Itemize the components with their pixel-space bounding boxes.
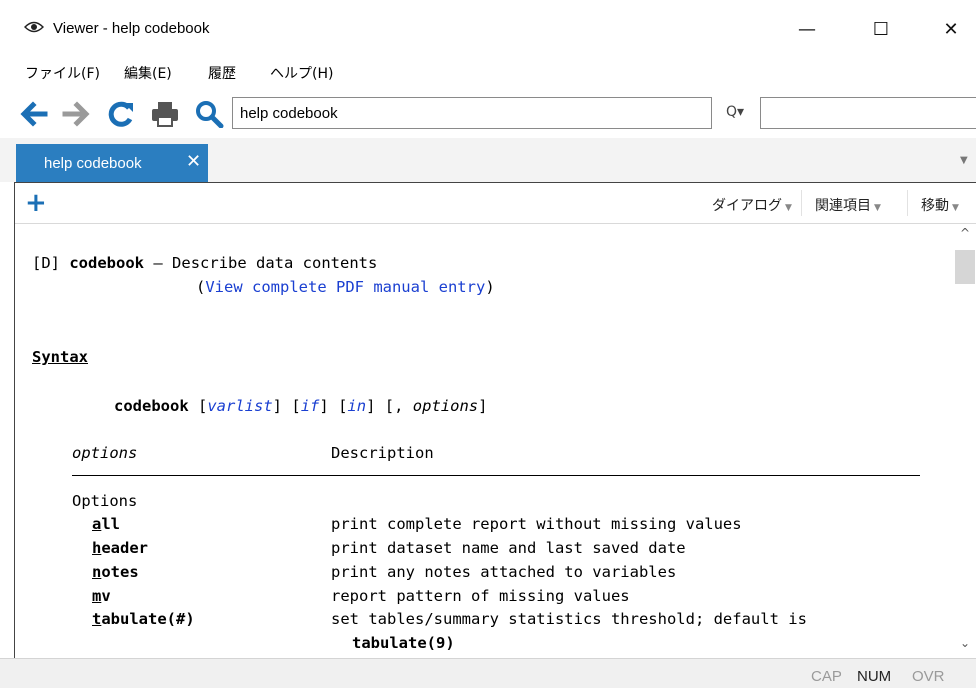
pdf-manual-link[interactable]: View complete PDF manual entry: [205, 278, 485, 296]
chevron-down-icon: ▼: [952, 203, 959, 213]
bracket: [: [338, 397, 348, 415]
add-icon[interactable]: +: [25, 188, 47, 218]
option-rest: ll: [101, 515, 121, 533]
option-notes[interactable]: notes: [92, 563, 139, 581]
search-options-icon[interactable]: Q▾: [726, 104, 744, 120]
option-abbrev: h: [92, 539, 102, 557]
varlist-link[interactable]: varlist: [207, 397, 272, 415]
status-num: NUM: [857, 668, 892, 685]
bracket-comma: [,: [384, 397, 404, 415]
related-label: 関連項目: [815, 198, 871, 214]
options-column-header: options: [72, 444, 138, 462]
paren-close: ): [485, 278, 495, 296]
print-icon[interactable]: [150, 100, 180, 128]
option-header-description: print dataset name and last saved date: [331, 539, 686, 557]
option-notes-description: print any notes attached to variables: [331, 563, 677, 581]
option-abbrev: n: [92, 563, 102, 581]
em-dash: —: [153, 254, 163, 272]
option-abbrev: m: [92, 587, 102, 605]
options-group-label: Options: [72, 492, 138, 510]
help-header: [D] codebook — Describe data contents: [32, 254, 377, 272]
table-rule: [72, 475, 920, 476]
scrollbar-thumb[interactable]: [955, 250, 975, 284]
option-mv[interactable]: mv: [92, 587, 111, 605]
option-tabulate-description: set tables/summary statistics threshold;…: [331, 610, 807, 628]
in-link[interactable]: in: [347, 397, 366, 415]
refresh-icon[interactable]: [106, 100, 136, 128]
back-arrow-icon[interactable]: [18, 100, 48, 128]
command-input-value[interactable]: help codebook: [240, 105, 338, 122]
bracket: ]: [319, 397, 329, 415]
minimize-button[interactable]: —: [784, 10, 830, 48]
goto-label: 移動: [921, 198, 949, 214]
option-all[interactable]: all: [92, 515, 120, 533]
bracket: ]: [272, 397, 283, 415]
dialog-dropdown[interactable]: ダイアログ ▼: [712, 195, 792, 215]
option-rest: otes: [101, 563, 139, 581]
option-abbrev: a: [92, 515, 102, 533]
chevron-down-icon: ▼: [874, 203, 881, 213]
option-rest: abulate(#): [101, 610, 195, 628]
related-dropdown[interactable]: 関連項目 ▼: [815, 195, 881, 215]
option-rest: v: [101, 587, 111, 605]
eye-icon: [24, 21, 44, 33]
bracket: [: [198, 397, 208, 415]
close-window-button[interactable]: ✕: [928, 10, 974, 48]
scroll-down-icon[interactable]: ⌄: [954, 636, 976, 654]
syntax-heading: Syntax: [32, 348, 88, 366]
divider: [801, 190, 802, 216]
window-title: Viewer - help codebook: [53, 20, 210, 37]
menu-file[interactable]: ファイル(F): [25, 63, 100, 83]
option-abbrev: t: [92, 610, 102, 628]
option-all-description: print complete report without missing va…: [331, 515, 742, 533]
options-placeholder: options: [412, 397, 479, 415]
option-mv-description: report pattern of missing values: [331, 587, 630, 605]
status-ovr: OVR: [912, 668, 945, 685]
syntax-line: codebook [varlist] [if] [in] [, options]: [114, 397, 487, 415]
forward-arrow-icon[interactable]: [62, 100, 92, 128]
goto-dropdown[interactable]: 移動 ▼: [921, 195, 959, 215]
divider: [907, 190, 908, 216]
dialog-label: ダイアログ: [712, 198, 782, 214]
scroll-up-icon[interactable]: ^: [954, 226, 976, 244]
search-icon[interactable]: [194, 100, 224, 128]
bracket: ]: [478, 397, 488, 415]
menu-help[interactable]: ヘルプ(H): [270, 63, 333, 83]
pdf-line: (View complete PDF manual entry): [196, 278, 495, 296]
tab-close-icon[interactable]: ✕: [186, 151, 201, 172]
command-name: codebook: [69, 254, 144, 272]
paren-open: (: [196, 278, 206, 296]
option-rest: eader: [101, 539, 149, 557]
option-tabulate-default: tabulate(9): [352, 634, 455, 652]
status-cap: CAP: [811, 668, 842, 685]
command-description: Describe data contents: [172, 254, 378, 272]
option-header[interactable]: header: [92, 539, 148, 557]
menu-edit[interactable]: 編集(E): [124, 63, 172, 83]
bracket: ]: [366, 397, 376, 415]
if-link[interactable]: if: [301, 397, 320, 415]
maximize-button[interactable]: ☐: [858, 10, 904, 48]
tab-list-chevron-icon[interactable]: ▼: [960, 155, 968, 166]
menu-history[interactable]: 履歴: [208, 63, 236, 83]
chevron-down-icon: ▼: [785, 203, 792, 213]
description-column-header: Description: [331, 444, 434, 462]
manual-section: [D]: [32, 254, 60, 272]
bracket: [: [291, 397, 301, 415]
syntax-command: codebook: [114, 397, 189, 415]
option-tabulate[interactable]: tabulate(#): [92, 610, 195, 628]
tab-label[interactable]: help codebook: [44, 155, 142, 172]
search-input[interactable]: [760, 97, 976, 129]
